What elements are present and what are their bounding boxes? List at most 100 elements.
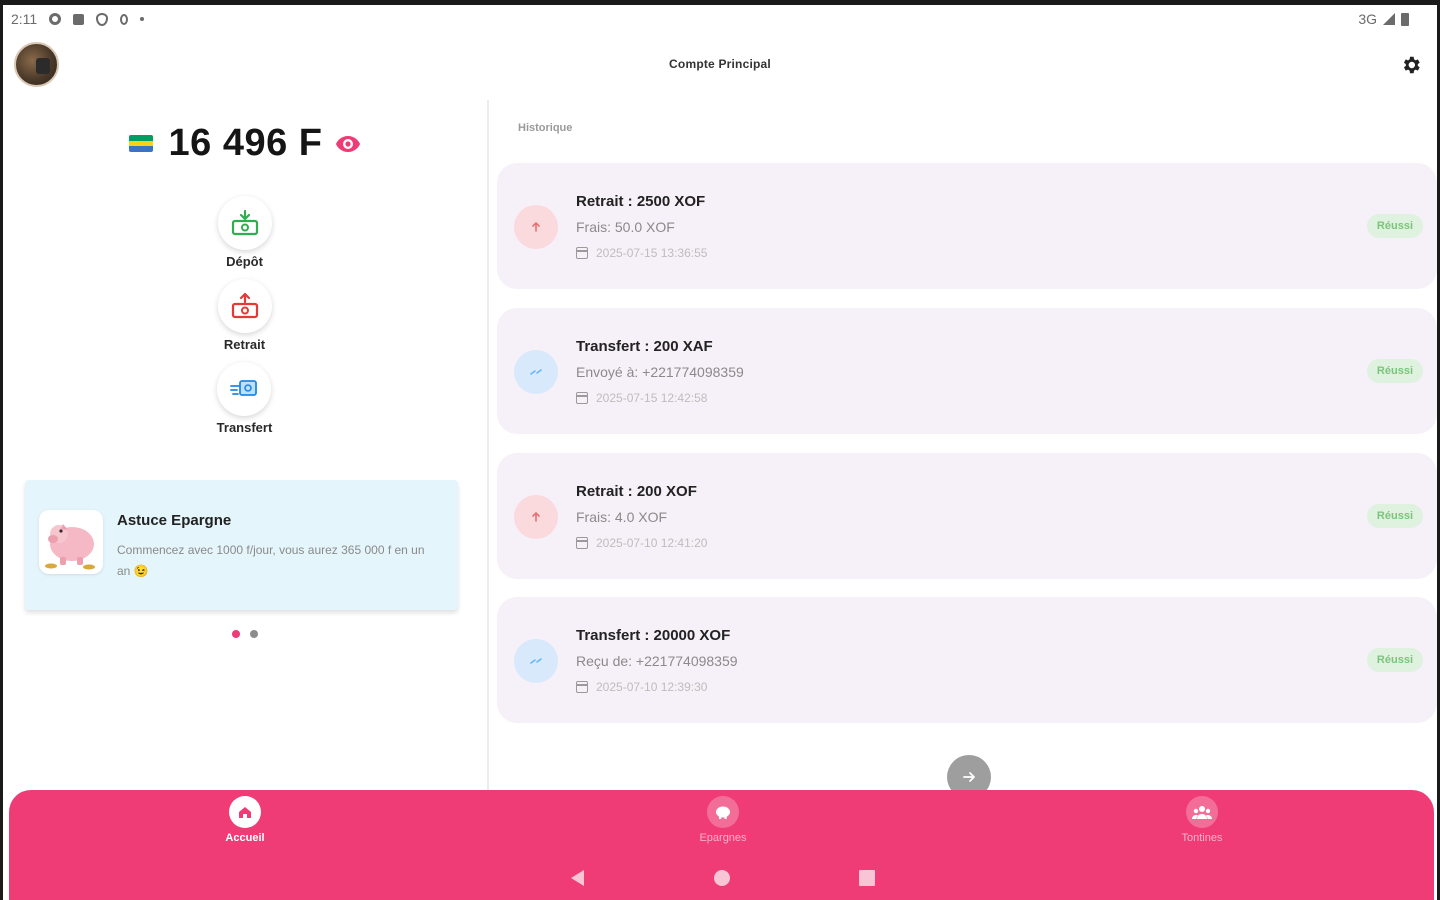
deposit-button[interactable]: Dépôt	[217, 196, 272, 269]
home-button[interactable]	[712, 868, 732, 888]
transaction-subtitle: Envoyé à: +221774098359	[576, 364, 744, 380]
transfer-icon	[230, 380, 258, 396]
status-badge: Réussi	[1366, 504, 1423, 528]
transaction-date-row: 2025-07-15 13:36:55	[576, 246, 707, 260]
gabon-flag	[128, 135, 153, 152]
transaction-card[interactable]: Transfert : 200 XAF Envoyé à: +221774098…	[497, 308, 1437, 434]
deposit-label: Dépôt	[226, 254, 263, 269]
withdraw-label: Retrait	[223, 337, 266, 352]
carousel-dot-2[interactable]	[249, 630, 258, 638]
group-icon-circle	[1186, 796, 1218, 828]
app-bar: Compte Principal	[3, 35, 1437, 99]
swap-icon	[530, 658, 542, 664]
account-panel: 16 496 F Dépôt Retrait Transfert Astuce …	[3, 100, 486, 790]
balance-amount: 16 496 F	[168, 122, 323, 164]
arrow-up-icon	[532, 221, 540, 232]
deposit-icon	[231, 209, 258, 236]
home-circle-icon	[713, 870, 730, 886]
withdraw-icon	[231, 292, 258, 319]
network-type: 3G	[1358, 11, 1377, 27]
calendar-icon	[576, 392, 588, 404]
transaction-subtitle: Frais: 4.0 XOF	[576, 509, 668, 525]
transaction-date-row: 2025-07-15 12:42:58	[576, 391, 707, 405]
transaction-date: 2025-07-10 12:39:30	[596, 680, 708, 694]
transfer-icon-badge	[514, 639, 558, 683]
history-title: Historique	[518, 122, 573, 134]
calendar-icon	[576, 537, 588, 549]
eye-icon	[335, 135, 360, 152]
tip-text: Commencez avec 1000 f/jour, vous aurez 3…	[117, 543, 425, 578]
system-navigation-bar	[9, 868, 1434, 888]
tip-title: Astuce Epargne	[117, 512, 232, 529]
transaction-card[interactable]: Retrait : 2500 XOF Frais: 50.0 XOF 2025-…	[497, 163, 1437, 289]
transaction-title: Retrait : 200 XOF	[576, 483, 697, 500]
status-time: 2:11	[11, 11, 38, 27]
nav-item-epargnes[interactable]: Epargnes	[663, 796, 783, 844]
swap-icon	[530, 369, 542, 375]
arrow-up-icon	[532, 511, 540, 522]
bottom-navigation: Accueil Epargnes Tontines	[9, 790, 1434, 900]
recents-square-icon	[858, 870, 875, 886]
transfer-icon-badge	[514, 350, 558, 394]
transaction-title: Transfert : 20000 XOF	[576, 627, 731, 644]
nav-label-tontines: Tontines	[1181, 832, 1223, 844]
piggy-bank-image	[39, 510, 103, 574]
transfer-button[interactable]: Transfert	[216, 362, 273, 435]
status-badge: Réussi	[1366, 359, 1423, 383]
calendar-icon	[576, 681, 588, 693]
status-bar: 2:11 3G	[3, 5, 1437, 33]
carousel-dot-1[interactable]	[231, 630, 240, 638]
carousel-indicator	[3, 630, 486, 638]
transfer-button-circle[interactable]	[217, 362, 272, 416]
transaction-title: Transfert : 200 XAF	[576, 338, 713, 355]
transaction-title: Retrait : 2500 XOF	[576, 193, 706, 210]
piggy-icon	[716, 806, 730, 819]
transaction-date: 2025-07-15 13:36:55	[596, 246, 708, 260]
settings-button[interactable]	[1399, 53, 1423, 77]
transaction-card[interactable]: Transfert : 20000 XOF Reçu de: +22177409…	[497, 597, 1437, 723]
savings-tip-card[interactable]: Astuce Epargne Commencez avec 1000 f/jou…	[25, 480, 458, 610]
status-badge: Réussi	[1366, 214, 1423, 238]
transaction-date-row: 2025-07-10 12:39:30	[576, 680, 707, 694]
home-icon	[239, 807, 251, 818]
piggy-icon-circle	[707, 796, 739, 828]
withdrawal-icon-badge	[514, 205, 558, 249]
calendar-icon	[576, 247, 588, 259]
quick-actions: Dépôt Retrait Transfert	[3, 196, 486, 445]
group-icon	[1192, 806, 1212, 819]
settings-notification-icon	[49, 13, 62, 25]
transaction-date: 2025-07-10 12:41:20	[596, 536, 708, 550]
recents-button[interactable]	[857, 868, 877, 888]
nav-item-accueil[interactable]: Accueil	[185, 796, 305, 844]
back-triangle-icon	[570, 870, 584, 886]
shield-notification-icon	[96, 12, 109, 26]
withdraw-button-circle[interactable]	[217, 279, 272, 333]
transaction-card[interactable]: Retrait : 200 XOF Frais: 4.0 XOF 2025-07…	[497, 453, 1437, 579]
gear-icon	[1403, 56, 1420, 74]
home-icon-circle	[229, 796, 261, 828]
battery-icon	[1401, 12, 1409, 26]
balance-row: 16 496 F	[3, 122, 486, 165]
transaction-subtitle: Frais: 50.0 XOF	[576, 219, 675, 235]
signal-icon	[1383, 13, 1395, 25]
nav-label-epargnes: Epargnes	[699, 832, 747, 844]
withdrawal-icon-badge	[514, 495, 558, 539]
sim-notification-icon	[73, 13, 85, 25]
page-title: Compte Principal	[669, 57, 771, 71]
deposit-button-circle[interactable]	[217, 196, 272, 250]
app-screen: 2:11 3G Compte Principal 16 496 F Dépôt …	[0, 0, 1440, 900]
more-notifications-icon	[140, 17, 145, 21]
transaction-date-row: 2025-07-10 12:41:20	[576, 536, 707, 550]
transaction-subtitle: Reçu de: +221774098359	[576, 653, 738, 669]
withdraw-button[interactable]: Retrait	[217, 279, 272, 352]
transfer-label: Transfert	[216, 420, 273, 435]
transaction-date: 2025-07-15 12:42:58	[596, 391, 708, 405]
back-button[interactable]	[567, 868, 587, 888]
nav-item-tontines[interactable]: Tontines	[1142, 796, 1262, 844]
nav-label-accueil: Accueil	[225, 832, 265, 844]
panel-divider	[487, 100, 489, 790]
status-badge: Réussi	[1366, 648, 1423, 672]
accessibility-notification-icon	[120, 13, 129, 25]
arrow-right-icon	[963, 772, 975, 782]
toggle-balance-visibility-button[interactable]	[335, 131, 361, 157]
